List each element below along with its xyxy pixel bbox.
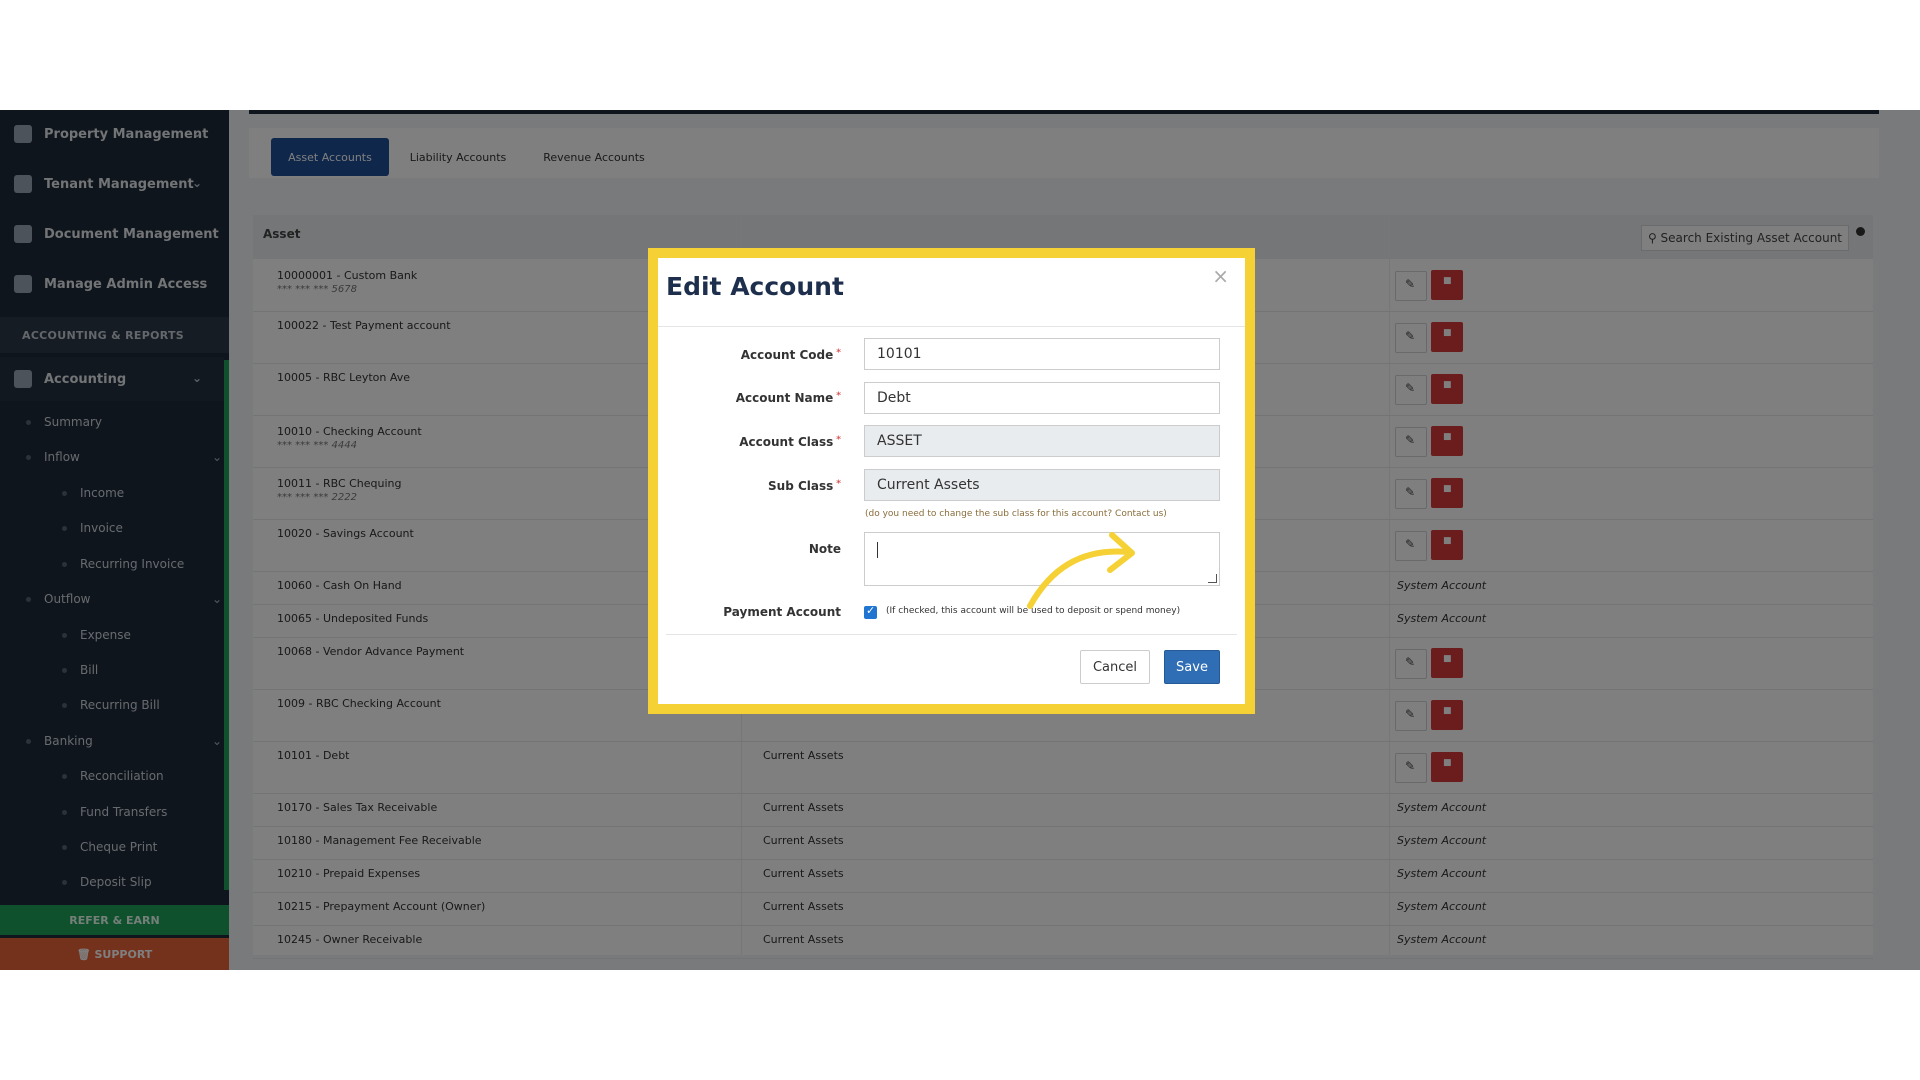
account-code-input[interactable]: 10101 <box>864 338 1220 370</box>
account-name-label: Account Name * <box>735 391 841 405</box>
account-class-label: Account Class * <box>739 435 841 449</box>
sub-class-label: Sub Class * <box>768 479 841 493</box>
edit-account-modal: Edit Account × Account Code * 10101 Accou… <box>648 248 1255 714</box>
modal-title: Edit Account <box>666 272 844 301</box>
text-caret <box>877 542 878 558</box>
account-class-input: ASSET <box>864 425 1220 457</box>
account-code-label: Account Code * <box>740 348 841 362</box>
payment-account-label: Payment Account <box>723 605 841 619</box>
resize-handle[interactable] <box>1208 574 1217 583</box>
note-label: Note <box>808 542 841 556</box>
modal-footer-divider <box>666 634 1237 635</box>
app-screenshot: Property Management ⌄ Tenant Management … <box>0 110 1920 970</box>
note-textarea[interactable] <box>864 532 1220 586</box>
close-icon[interactable]: × <box>1212 264 1229 288</box>
account-name-input[interactable]: Debt <box>864 382 1220 414</box>
sub-class-hint: (do you need to change the sub class for… <box>865 509 1167 519</box>
sub-class-input: Current Assets <box>864 469 1220 501</box>
cancel-button[interactable]: Cancel <box>1080 650 1150 684</box>
payment-account-checkbox[interactable] <box>864 604 877 619</box>
modal-divider <box>658 326 1245 327</box>
save-button[interactable]: Save <box>1164 650 1220 684</box>
payment-account-hint: (If checked, this account will be used t… <box>886 606 1181 616</box>
